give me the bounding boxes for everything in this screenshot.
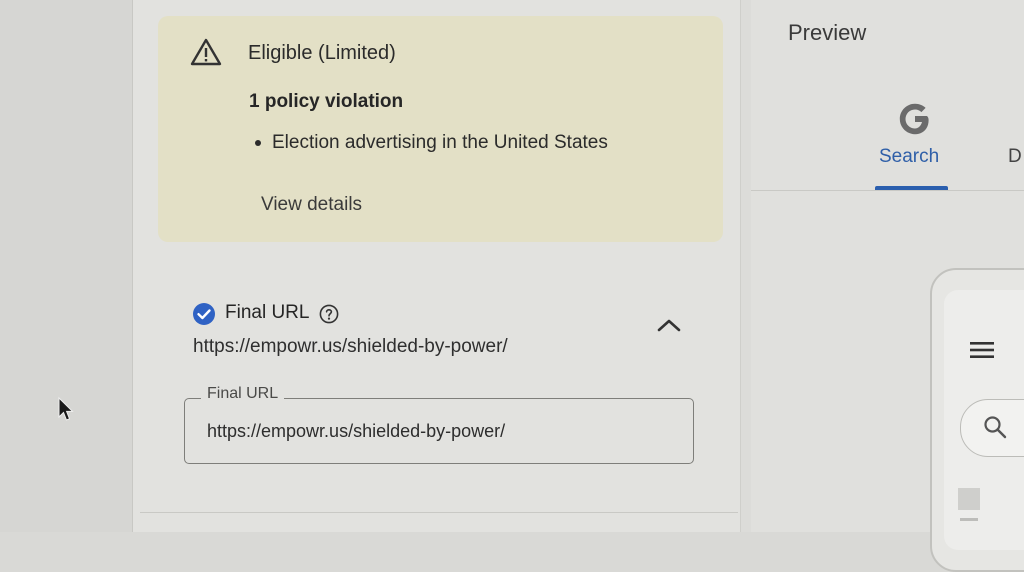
preview-placeholder-block (958, 488, 980, 510)
check-circle-icon (193, 303, 215, 325)
final-url-summary: https://empowr.us/shielded-by-power/ (193, 336, 508, 357)
final-url-heading: Final URL (225, 302, 310, 323)
search-icon (984, 416, 1007, 439)
google-icon (899, 103, 929, 135)
menu-icon[interactable] (968, 340, 996, 360)
tab-search[interactable]: Search (879, 146, 939, 168)
bullet-icon (255, 140, 261, 146)
preview-placeholder-line (960, 518, 978, 521)
eligibility-status: Eligible (Limited) (248, 42, 396, 64)
final-url-field-label: Final URL (201, 385, 285, 403)
violation-label: Election advertising in the United State… (272, 132, 608, 153)
left-gutter (0, 0, 132, 532)
policy-status-card (158, 16, 723, 242)
preview-title: Preview (788, 20, 867, 45)
help-circle-icon[interactable] (319, 304, 339, 324)
warning-icon (190, 38, 222, 66)
mouse-cursor-icon (58, 396, 74, 421)
section-divider (140, 512, 738, 513)
chevron-up-icon[interactable] (656, 316, 682, 334)
tabs-divider (751, 190, 1024, 191)
final-url-input[interactable] (207, 419, 667, 443)
tab-display[interactable]: D (1008, 146, 1022, 168)
violation-count: 1 policy violation (249, 91, 404, 112)
view-details-link[interactable]: View details (261, 194, 362, 216)
violation-list-item: Election advertising in the United State… (255, 132, 608, 154)
